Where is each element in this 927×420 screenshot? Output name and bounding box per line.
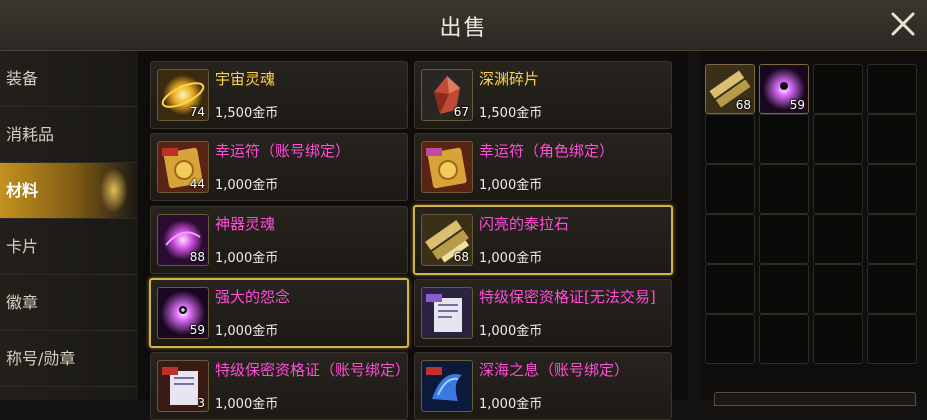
page-title: 出售 [439,16,488,41]
sell-slot-empty[interactable] [867,64,917,114]
secret-certificate-account-icon: 3 [157,360,209,412]
item-count: 88 [189,250,205,264]
sidebar-item-label: 称号/勋章 [6,349,76,368]
sell-slot-empty[interactable] [813,164,863,214]
sell-slot-empty[interactable] [705,114,755,164]
item-name: 特级保密资格证（账号绑定） [215,361,411,379]
sell-confirm-tab[interactable] [714,392,916,406]
lucky-charm-account-icon: 44 [157,141,209,193]
item-name: 幸运符（账号绑定） [215,142,351,160]
item-name: 宇宙灵魂 [215,70,276,88]
sell-slot-empty[interactable] [705,164,755,214]
list-item[interactable]: 67 深渊碎片 1,500金币 [414,61,672,129]
sidebar-item-label: 消耗品 [6,125,55,144]
sidebar-item-emblems[interactable]: 徽章 [0,275,138,331]
list-item[interactable]: 特级保密资格证[无法交易] 1,000金币 [414,279,672,347]
list-item[interactable]: 幸运符（角色绑定） 1,000金币 [414,133,672,201]
sell-slot-empty[interactable] [867,264,917,314]
item-price: 1,000金币 [215,178,279,193]
sell-slot-empty[interactable] [867,164,917,214]
item-name: 特级保密资格证[无法交易] [479,288,656,306]
sell-slot-empty[interactable] [813,214,863,264]
slot-count: 68 [735,98,751,112]
item-count: 44 [189,177,205,191]
item-price: 1,000金币 [215,324,279,339]
item-price: 1,000金币 [215,397,279,412]
list-item[interactable]: 3 特级保密资格证（账号绑定） 1,000金币 [150,352,411,420]
sell-slot[interactable]: 68 [705,64,755,114]
artifact-soul-icon: 88 [157,214,209,266]
item-price: 1,000金币 [479,324,543,339]
item-price: 1,500金币 [479,106,543,121]
sidebar-item-titles[interactable]: 称号/勋章 [0,331,138,387]
sell-slot-empty[interactable] [759,214,809,264]
sell-slot-empty[interactable] [759,114,809,164]
item-name: 神器灵魂 [215,215,276,233]
sell-slot-empty[interactable] [705,214,755,264]
gold-soul-orb-icon: 74 [157,69,209,121]
item-name: 强大的怨念 [215,288,291,306]
sidebar-item-label: 材料 [6,181,39,200]
sell-slot[interactable]: 59 [759,64,809,114]
list-item[interactable]: 59 强大的怨念 1,000金币 [149,278,409,348]
item-list[interactable]: 74 宇宙灵魂 1,500金币 67 深渊碎片 1,500金币 44 幸运符（账… [140,51,688,420]
item-price: 1,000金币 [215,251,279,266]
item-count: 68 [453,250,469,264]
item-name: 深渊碎片 [479,70,540,88]
slot-count: 59 [789,98,805,112]
item-price: 1,000金币 [479,397,543,412]
sidebar-item-label: 装备 [6,69,39,88]
list-item[interactable]: 44 幸运符（账号绑定） 1,000金币 [150,133,408,201]
sell-slot-empty[interactable] [813,64,863,114]
item-name: 深海之息（账号绑定） [479,361,630,379]
sidebar-item-label: 徽章 [6,293,39,312]
item-count: 59 [189,323,205,337]
item-name: 闪亮的泰拉石 [479,215,570,233]
sell-slot-grid: 68 59 [700,51,927,400]
powerful-grudge-icon: 59 [157,287,209,339]
sell-slot-empty[interactable] [867,214,917,264]
sell-slot-empty[interactable] [813,114,863,164]
list-item[interactable]: 68 闪亮的泰拉石 1,000金币 [413,205,673,275]
item-price: 1,000金币 [479,251,543,266]
sidebar-item-consumables[interactable]: 消耗品 [0,107,138,163]
lucky-charm-character-icon [421,141,473,193]
sell-slot-empty[interactable] [759,314,809,364]
close-icon[interactable] [889,10,917,38]
sell-slot-empty[interactable] [759,164,809,214]
deep-sea-breath-icon [421,360,473,412]
sell-slot-empty[interactable] [705,314,755,364]
item-count: 67 [453,105,469,119]
header-bar: 出售 [0,0,927,51]
sell-slot-empty[interactable] [813,264,863,314]
sidebar-item-cards[interactable]: 卡片 [0,219,138,275]
item-count: 3 [197,396,205,410]
sidebar-item-materials[interactable]: 材料 [0,163,138,219]
sell-slot-empty[interactable] [759,264,809,314]
sell-slot-empty[interactable] [867,314,917,364]
sidebar-item-equipment[interactable]: 装备 [0,51,138,107]
list-item[interactable]: 深海之息（账号绑定） 1,000金币 [414,352,672,420]
category-sidebar: 装备 消耗品 材料 卡片 徽章 称号/勋章 [0,51,140,400]
sidebar-item-label: 卡片 [6,237,39,256]
shiny-terra-stone-icon: 68 [421,214,473,266]
list-item[interactable]: 74 宇宙灵魂 1,500金币 [150,61,408,129]
item-price: 1,000金币 [479,178,543,193]
secret-certificate-icon [421,287,473,339]
sell-slot-empty[interactable] [705,264,755,314]
sell-slot-empty[interactable] [813,314,863,364]
sell-slot-empty[interactable] [867,114,917,164]
item-price: 1,500金币 [215,106,279,121]
list-item[interactable]: 88 神器灵魂 1,000金币 [150,206,408,274]
item-count: 74 [189,105,205,119]
item-name: 幸运符（角色绑定） [479,142,615,160]
red-crystal-icon: 67 [421,69,473,121]
